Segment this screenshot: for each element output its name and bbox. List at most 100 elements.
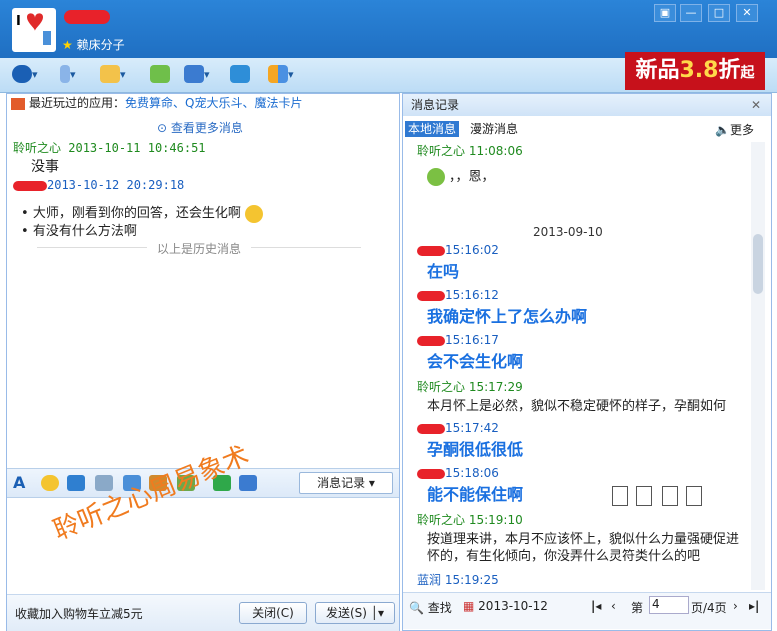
entry-text: 在吗 — [427, 263, 739, 280]
recent-label: 最近玩过的应用： — [29, 96, 126, 110]
page-prefix: 第 — [631, 601, 644, 615]
entry-text-value: 我确定怀上了怎么办啊 — [427, 307, 588, 326]
search-button[interactable]: 🔍 查找 — [409, 599, 452, 616]
calendar-icon: ▦ — [463, 599, 475, 613]
more-tools-icon[interactable] — [239, 475, 257, 491]
avatar[interactable]: I — [12, 8, 56, 52]
ad-prefix: 新品 — [635, 58, 680, 83]
entry-sender: 聆听之心 — [417, 513, 466, 527]
entry-sender: 聆听之心 — [417, 380, 466, 394]
ad-banner[interactable]: 新品3.8折起 — [625, 52, 765, 90]
ad-suffix: 折 — [718, 58, 741, 83]
skin-button[interactable]: ▣ — [654, 4, 676, 22]
font-icon[interactable]: A — [13, 475, 31, 491]
entry-text: 会不会生化啊 — [427, 353, 739, 370]
tab-local-messages[interactable]: 本地消息 — [405, 121, 460, 137]
apps-icon[interactable]: ▾ — [268, 64, 294, 84]
emoji-icon[interactable] — [41, 475, 59, 491]
recent-app-links[interactable]: 免费算命、Q宠大乐斗、魔法卡片 — [125, 96, 302, 110]
file-transfer-icon[interactable]: ▾ — [100, 64, 126, 84]
page-input[interactable]: 4 — [649, 596, 689, 614]
first-page-icon[interactable]: |◂ — [591, 599, 601, 613]
recent-apps: 最近玩过的应用：免费算命、Q宠大乐斗、魔法卡片 — [7, 94, 399, 112]
entry-sender: 蓝润 — [417, 573, 442, 587]
entry-time: 15:17:42 — [445, 421, 499, 435]
entry-text-value: 本月怀上是必然，貌似不稳定硬怀的样子，孕酮如何 — [427, 399, 727, 414]
message-time: 2013-10-11 10:46:51 — [68, 141, 206, 155]
prev-page-icon[interactable]: ‹ — [611, 599, 616, 613]
app-icon — [11, 97, 25, 110]
ad-number: 3.8 — [679, 58, 719, 83]
entry-time: 15:17:29 — [468, 380, 523, 394]
speaker-icon[interactable]: 🔈 — [715, 123, 730, 137]
entry-time: 15:18:06 — [445, 466, 499, 480]
entry-text: ，，恩， — [427, 168, 739, 186]
history-entry-header: 15:16:02 — [417, 243, 499, 257]
overlay-box — [612, 486, 628, 506]
entry-time: 15:16:12 — [445, 288, 499, 302]
message-line: 有没有什么方法啊 — [32, 224, 137, 239]
voice-call-icon[interactable]: ▾ — [60, 64, 76, 84]
date-picker[interactable]: ▦ 2013-10-12 — [463, 599, 548, 613]
history-separator: 以上是历史消息 — [36, 242, 362, 256]
minimize-button[interactable]: — — [680, 4, 702, 22]
message-line: 大师，刚看到你的回答，还会生化啊 — [32, 206, 241, 221]
history-entry-header: 聆听之心 11:08:06 — [417, 142, 523, 159]
tab-roaming-messages[interactable]: 漫游消息 — [467, 121, 521, 137]
bottom-bar: 收藏加入购物车立减5元 关闭(C) 发送(S) │▾ — [7, 594, 399, 631]
message-header: 2013-10-12 20:29:18 — [13, 178, 184, 192]
message-text: • 有没有什么方法啊 — [21, 224, 137, 239]
date-value: 2013-10-12 — [478, 599, 548, 613]
send-button[interactable]: 发送(S) │▾ — [315, 602, 395, 624]
entry-text-value: ，，恩， — [449, 169, 495, 185]
contact-status: ★ 赖床分子 — [62, 38, 125, 52]
message-input[interactable]: 聆听之心周易象术 — [7, 441, 399, 594]
entry-time: 15:16:02 — [445, 243, 499, 257]
entry-text: 按道理来讲，本月不应该怀上，貌似什么力量强硬促进怀的，有生化倾向，你没弄什么灵符… — [427, 531, 739, 565]
maximize-button[interactable]: □ — [708, 4, 730, 22]
entry-text: 我确定怀上了怎么办啊 — [427, 308, 739, 325]
entry-text: 本月怀上是必然，貌似不稳定硬怀的样子，孕酮如何 — [427, 398, 739, 415]
message-history-button[interactable]: 消息记录 ▾ — [299, 472, 393, 494]
promo-text[interactable]: 收藏加入购物车立减5元 — [15, 605, 143, 622]
more-options[interactable]: 🔈更多 — [715, 121, 754, 138]
close-history-icon[interactable]: ✕ — [751, 94, 761, 116]
send-label: 发送(S) — [325, 606, 367, 620]
status-text: 赖床分子 — [76, 38, 125, 52]
remote-assist-icon[interactable]: ▾ — [184, 64, 210, 84]
more-messages-link[interactable]: ⊙ 查看更多消息 — [157, 119, 243, 136]
overlay-box — [662, 486, 678, 506]
entry-text-value: 孕酮很低很低 — [427, 440, 524, 459]
share-screen-icon[interactable] — [230, 64, 250, 84]
entry-text-value: 在吗 — [427, 262, 460, 281]
history-panel: 消息记录 ✕ 本地消息 漫游消息 🔈更多 聆听之心 11:08:06 ，，恩， 20… — [402, 93, 772, 631]
entry-time: 15:16:17 — [445, 333, 499, 347]
overlay-box — [686, 486, 702, 506]
history-title: 消息记录 — [411, 98, 460, 112]
more-label: 更多 — [729, 123, 754, 137]
overlay-box — [636, 486, 652, 506]
history-entry-header: 15:16:12 — [417, 288, 499, 302]
close-window-button[interactable]: ✕ — [736, 4, 758, 22]
scrollbar[interactable] — [751, 142, 765, 590]
video-call-icon[interactable]: ▾ — [12, 64, 38, 84]
redacted-name — [417, 468, 445, 479]
entry-time: 15:19:25 — [444, 573, 499, 587]
redacted-name — [417, 290, 445, 301]
shake-icon[interactable] — [67, 475, 85, 491]
history-tabs: 本地消息 漫游消息 🔈更多 — [403, 118, 771, 140]
entry-text-value: 按道理来讲，本月不应该怀上，貌似什么力量强硬促进怀的，有生化倾向，你没弄什么灵符… — [427, 532, 740, 564]
create-group-icon[interactable] — [150, 64, 170, 84]
last-page-icon[interactable]: ▸| — [749, 599, 759, 613]
message-time: 2013-10-12 20:29:18 — [47, 178, 185, 192]
close-button[interactable]: 关闭(C) — [239, 602, 307, 624]
entry-time: 15:19:10 — [468, 513, 523, 527]
crying-emoji-icon — [244, 204, 263, 223]
svg-text:I: I — [16, 14, 21, 29]
entry-text-value: 能不能保住啊 — [427, 485, 524, 504]
scroll-thumb[interactable] — [753, 234, 763, 294]
sender-name: 聆听之心 — [13, 141, 62, 155]
entry-sender: 聆听之心 — [417, 144, 466, 158]
entry-text-value: 会不会生化啊 — [427, 352, 524, 371]
next-page-icon[interactable]: › — [733, 599, 738, 613]
